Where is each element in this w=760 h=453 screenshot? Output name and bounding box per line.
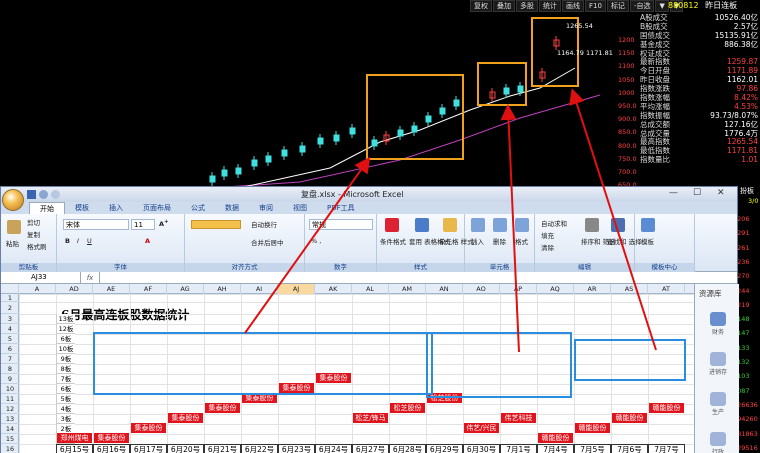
arrow-1 bbox=[244, 156, 371, 334]
arrow-2 bbox=[500, 104, 520, 353]
arrow-overlay bbox=[244, 88, 657, 353]
arrow-3 bbox=[569, 88, 657, 351]
office-button[interactable] bbox=[2, 189, 24, 211]
